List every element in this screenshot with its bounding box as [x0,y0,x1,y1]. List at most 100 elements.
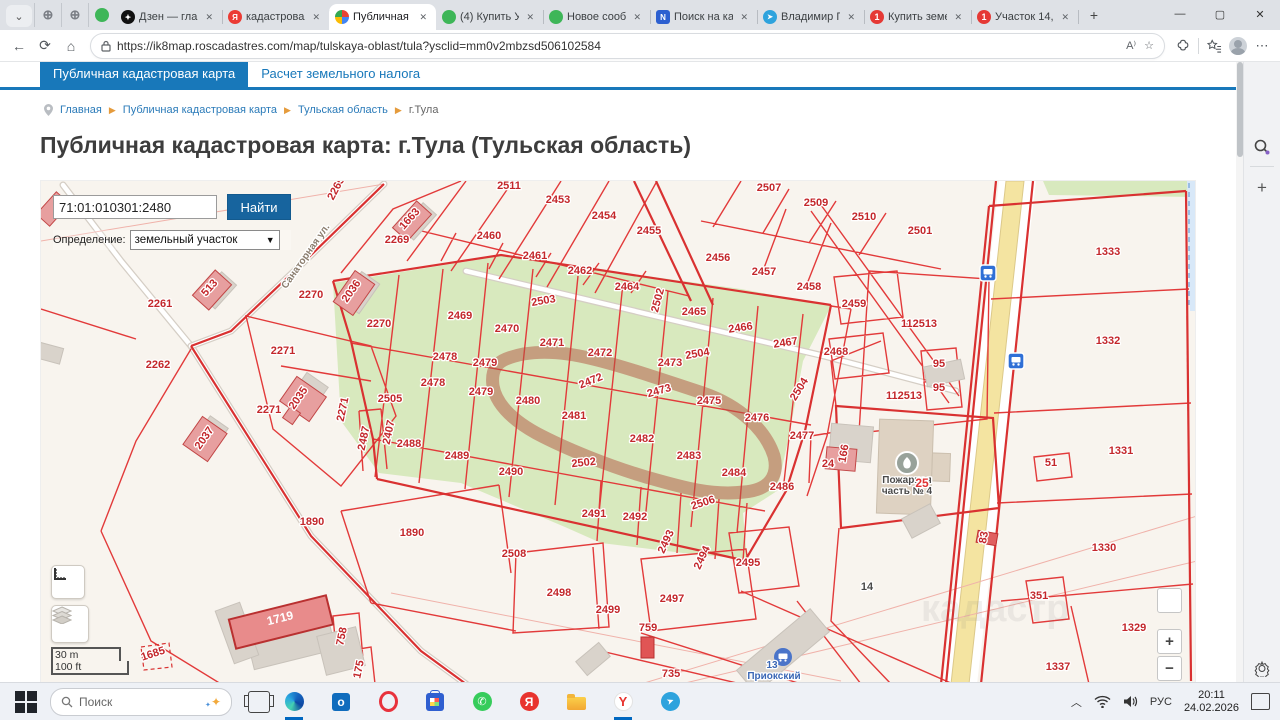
maximize-button[interactable]: ▢ [1200,0,1240,28]
green-favicon-icon [442,10,456,24]
profile-avatar[interactable] [1226,34,1250,58]
pinned-tab-globe-2[interactable]: ⊕ [61,3,88,27]
measure-button[interactable] [51,565,85,599]
tab-close-icon[interactable]: ✕ [202,11,216,24]
parcel-label: 2508 [502,548,526,560]
notification-center-icon[interactable] [1251,693,1270,710]
wa-taskbar-icon[interactable]: ✆ [472,692,492,712]
water-strip [1187,181,1195,311]
ya-taskbar-icon[interactable]: Я [519,692,539,712]
tab-search-chevron-icon[interactable]: ⌄ [6,5,32,27]
cadastral-search-input[interactable] [53,195,217,219]
breadcrumb-region[interactable]: Тульская область [298,104,388,116]
back-button[interactable]: ← [6,33,32,59]
tab-land-tax-calc[interactable]: Расчет земельного налога [248,62,433,87]
browser-toolbar: ← ⟳ ⌂ https://ik8map.roscadastres.com/ma… [0,30,1280,62]
parcel-label: 2456 [706,252,730,264]
parcel-label: 2468 [824,346,848,358]
volume-icon[interactable] [1123,695,1138,708]
edge-taskbar-icon[interactable] [284,692,304,720]
green-app-icon [95,8,109,22]
layers-button[interactable] [51,605,89,643]
browser-tab[interactable]: Якадастровая ✕ [222,4,330,30]
collections-icon[interactable] [1202,34,1226,58]
browser-tab[interactable]: 1 Купить земе ✕ [864,4,972,30]
parcel-label: 2477 [790,430,814,442]
page-content: Публичная кадастровая карта Расчет земел… [0,62,1236,683]
address-bar[interactable]: https://ik8map.roscadastres.com/map/tuls… [90,32,1165,59]
ybr-taskbar-icon[interactable]: Y [613,692,633,720]
out-icon: o [332,692,350,711]
start-button[interactable] [14,690,38,714]
taskbar-clock[interactable]: 20:11 24.02.2026 [1184,689,1239,715]
tab-close-icon[interactable]: ✕ [1058,11,1072,24]
clock-time: 20:11 [1198,688,1225,701]
parcel-label: 95 [933,382,945,394]
sidebar-add-icon[interactable]: + [1257,178,1267,198]
tab-title: кадастровая [246,11,306,23]
parcel-label: 25 [915,476,929,490]
pinned-tab-globe-1[interactable]: ⊕ [34,3,61,27]
parcel-label: 83 [977,530,991,544]
browser-tab[interactable]: 1 Участок 14,7 ✕ [971,4,1079,30]
close-button[interactable]: ✕ [1240,0,1280,28]
tab-close-icon[interactable]: ✕ [630,11,644,24]
tab-close-icon[interactable]: ✕ [523,11,537,24]
taskbar-search[interactable]: Поиск ✦ [50,687,232,716]
tab-title: Новое сооб [567,11,627,23]
browser-tab[interactable]: N Поиск на ка ✕ [650,4,758,30]
refresh-button[interactable]: ⟳ [32,33,58,59]
parcel-label: 1329 [1122,622,1146,634]
store-taskbar-icon[interactable] [425,689,445,712]
tab-public-cadastral-map[interactable]: Публичная кадастровая карта [40,62,249,87]
hidden-icons-chevron[interactable]: ︿ [1071,694,1082,710]
minimize-button[interactable]: — [1160,0,1200,28]
browser-tab[interactable]: ✦ Дзен — глав ✕ [115,4,223,30]
tab-close-icon[interactable]: ✕ [416,11,430,24]
tab-close-icon[interactable]: ✕ [951,11,965,24]
read-aloud-icon[interactable]: A⁾ [1126,39,1136,52]
wifi-icon[interactable] [1094,695,1111,708]
home-button[interactable]: ⌂ [58,33,84,59]
favorites-star-icon[interactable]: ☆ [1144,39,1154,52]
map-canvas: кадастр 25112453245424552507250925102501… [41,181,1195,682]
cadastral-map[interactable]: кадастр 2511 2453 2454 2455 2507 2509 2510 2501… [40,180,1196,683]
parcel-label: 2484 [722,467,747,479]
sidebar-settings-gear-icon[interactable] [1254,660,1271,682]
browser-tab[interactable]: ➤ Владимир П ✕ [757,4,865,30]
tab-close-icon[interactable]: ✕ [309,11,323,24]
window-controls: — ▢ ✕ [1160,0,1280,28]
fold-taskbar-icon[interactable] [566,692,586,712]
sidebar-search-icon[interactable] [1253,138,1271,161]
scale-feet: 100 ft [53,661,129,675]
parcel-759 [640,636,655,659]
parcel-label: 2502 [571,456,597,470]
parcel-label: 2470 [495,323,519,335]
definition-select[interactable]: земельный участок ▼ [129,230,280,250]
browser-tab[interactable]: (4) Купить У ✕ [436,4,544,30]
new-tab-button[interactable]: + [1082,3,1106,27]
breadcrumb-pkk[interactable]: Публичная кадастровая карта [123,104,277,116]
tg-taskbar-icon[interactable]: ➤ [657,689,683,714]
parcel-label: 2499 [596,604,620,616]
browser-tab[interactable]: Новое сооб ✕ [543,4,651,30]
browser-tab[interactable]: Публичная к ✕ [329,4,436,30]
pinned-tab-green[interactable] [88,3,115,27]
parcel-label: 2501 [908,225,932,237]
find-button[interactable]: Найти [227,194,291,220]
zoom-in-button[interactable]: + [1157,629,1182,654]
breadcrumb-home[interactable]: Главная [60,104,102,116]
settings-menu-icon[interactable]: ⋯ [1250,34,1274,58]
tab-close-icon[interactable]: ✕ [737,11,751,24]
map-extra-button[interactable] [1157,588,1182,613]
zoom-out-button[interactable]: − [1157,656,1182,681]
opera-taskbar-icon[interactable] [378,691,398,712]
language-indicator[interactable]: РУС [1150,696,1172,708]
task-view-button[interactable] [244,690,274,713]
browser-essentials-icon[interactable] [1171,34,1195,58]
clock-date: 24.02.2026 [1183,701,1239,714]
taskbar: Поиск ✦ o ✆ Я Y ➤ ︿ РУС 20:11 24.02.2026 [0,682,1280,720]
out-taskbar-icon[interactable]: o [331,692,351,712]
parcel-label: 2478 [433,351,457,363]
tab-close-icon[interactable]: ✕ [844,11,858,24]
